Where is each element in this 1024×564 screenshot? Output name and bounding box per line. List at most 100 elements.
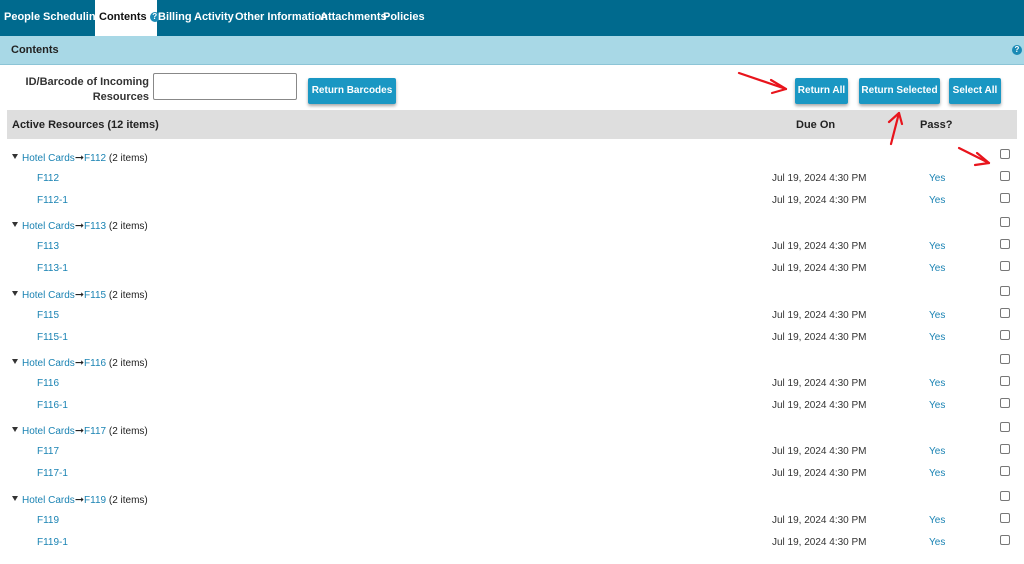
group-child-link[interactable]: F117 xyxy=(84,426,106,437)
group-parent-link[interactable]: Hotel Cards xyxy=(22,495,75,506)
group-checkbox[interactable] xyxy=(1000,354,1010,364)
resource-checkbox[interactable] xyxy=(1000,239,1010,249)
return-selected-button[interactable]: Return Selected xyxy=(859,78,940,104)
pass-value[interactable]: Yes xyxy=(929,400,945,411)
pass-value[interactable]: Yes xyxy=(929,446,945,457)
return-barcodes-button[interactable]: Return Barcodes xyxy=(308,78,396,104)
group-checkbox[interactable] xyxy=(1000,422,1010,432)
resource-checkbox[interactable] xyxy=(1000,513,1010,523)
resource-checkbox[interactable] xyxy=(1000,308,1010,318)
pass-value[interactable]: Yes xyxy=(929,515,945,526)
pass-value[interactable]: Yes xyxy=(929,241,945,252)
group-parent-link[interactable]: Hotel Cards xyxy=(22,221,75,232)
group-checkbox[interactable] xyxy=(1000,491,1010,501)
resource-row: F115 Jul 19, 2024 4:30 PM Yes xyxy=(0,307,1024,327)
pass-value[interactable]: Yes xyxy=(929,378,945,389)
group-child-link[interactable]: F116 xyxy=(84,358,106,369)
caret-down-icon[interactable] xyxy=(12,427,18,432)
resource-link[interactable]: F113-1 xyxy=(37,263,68,274)
pass-value[interactable]: Yes xyxy=(929,537,945,548)
pass-value[interactable]: Yes xyxy=(929,195,945,206)
resource-link[interactable]: F117-1 xyxy=(37,468,68,479)
group-count: (2 items) xyxy=(108,153,148,164)
group-row: Hotel Cards➞F117 (2 items) xyxy=(0,421,1024,441)
resource-link[interactable]: F116 xyxy=(37,378,59,389)
resource-link[interactable]: F112-1 xyxy=(37,195,68,206)
resource-link[interactable]: F115 xyxy=(37,310,59,321)
group-checkbox[interactable] xyxy=(1000,286,1010,296)
pass-value[interactable]: Yes xyxy=(929,332,945,343)
due-on-header[interactable]: Due On xyxy=(796,119,835,131)
due-date: Jul 19, 2024 4:30 PM xyxy=(772,310,867,321)
group-child-link[interactable]: F115 xyxy=(84,290,106,301)
group-child-link[interactable]: F112 xyxy=(84,153,106,164)
barcode-input[interactable] xyxy=(153,73,297,100)
resource-row: F115-1 Jul 19, 2024 4:30 PM Yes xyxy=(0,329,1024,349)
barcode-label: ID/Barcode of Incoming Resources xyxy=(25,76,149,103)
resource-row: F116-1 Jul 19, 2024 4:30 PM Yes xyxy=(0,397,1024,417)
group-checkbox[interactable] xyxy=(1000,149,1010,159)
resource-checkbox[interactable] xyxy=(1000,444,1010,454)
resource-row: F113 Jul 19, 2024 4:30 PM Yes xyxy=(0,238,1024,258)
group-parent-link[interactable]: Hotel Cards xyxy=(22,358,75,369)
group-label: Hotel Cards➞F119 (2 items) xyxy=(22,493,148,506)
tab-scheduling[interactable]: Scheduling xyxy=(43,0,102,36)
arrow-return-all xyxy=(737,71,788,95)
pass-value[interactable]: Yes xyxy=(929,173,945,184)
resource-checkbox[interactable] xyxy=(1000,376,1010,386)
resource-checkbox[interactable] xyxy=(1000,398,1010,408)
resource-checkbox[interactable] xyxy=(1000,171,1010,181)
pass-value[interactable]: Yes xyxy=(929,468,945,479)
arrow-right-icon: ➞ xyxy=(74,425,85,437)
caret-down-icon[interactable] xyxy=(12,359,18,364)
caret-down-icon[interactable] xyxy=(12,222,18,227)
pass-header[interactable]: Pass? xyxy=(920,119,952,131)
tab-other-information[interactable]: Other Information xyxy=(235,0,328,36)
section-help-icon[interactable]: ? xyxy=(1012,45,1022,55)
group-count: (2 items) xyxy=(108,495,148,506)
tab-attachments[interactable]: Attachments xyxy=(320,0,387,36)
resource-link[interactable]: F116-1 xyxy=(37,400,68,411)
resource-link[interactable]: F119 xyxy=(37,515,59,526)
resource-checkbox[interactable] xyxy=(1000,535,1010,545)
table-header: Active Resources (12 items) Due On Pass? xyxy=(7,110,1017,139)
resource-checkbox[interactable] xyxy=(1000,466,1010,476)
group-row: Hotel Cards➞F113 (2 items) xyxy=(0,216,1024,236)
resource-link[interactable]: F113 xyxy=(37,241,59,252)
group-count: (2 items) xyxy=(108,426,148,437)
caret-down-icon[interactable] xyxy=(12,154,18,159)
arrow-right-icon: ➞ xyxy=(74,357,85,369)
resource-checkbox[interactable] xyxy=(1000,330,1010,340)
caret-down-icon[interactable] xyxy=(12,496,18,501)
group-label: Hotel Cards➞F112 (2 items) xyxy=(22,151,148,164)
section-title: Contents xyxy=(11,44,59,56)
resource-checkbox[interactable] xyxy=(1000,261,1010,271)
due-date: Jul 19, 2024 4:30 PM xyxy=(772,400,867,411)
top-nav: People Scheduling Contents? Billing Acti… xyxy=(0,0,1024,36)
tab-activity[interactable]: Activity xyxy=(194,0,234,36)
resource-link[interactable]: F119-1 xyxy=(37,537,68,548)
caret-down-icon[interactable] xyxy=(12,291,18,296)
resource-checkbox[interactable] xyxy=(1000,193,1010,203)
tab-billing[interactable]: Billing xyxy=(158,0,192,36)
group-checkbox[interactable] xyxy=(1000,217,1010,227)
due-date: Jul 19, 2024 4:30 PM xyxy=(772,378,867,389)
resource-row: F117 Jul 19, 2024 4:30 PM Yes xyxy=(0,443,1024,463)
tab-policies[interactable]: Policies xyxy=(383,0,425,36)
due-date: Jul 19, 2024 4:30 PM xyxy=(772,173,867,184)
select-all-button[interactable]: Select All xyxy=(949,78,1001,104)
group-child-link[interactable]: F113 xyxy=(84,221,106,232)
group-parent-link[interactable]: Hotel Cards xyxy=(22,290,75,301)
tab-people[interactable]: People xyxy=(4,0,40,36)
group-parent-link[interactable]: Hotel Cards xyxy=(22,426,75,437)
group-parent-link[interactable]: Hotel Cards xyxy=(22,153,75,164)
resource-link[interactable]: F115-1 xyxy=(37,332,68,343)
group-child-link[interactable]: F119 xyxy=(84,495,106,506)
tab-contents[interactable]: Contents? xyxy=(95,0,160,36)
pass-value[interactable]: Yes xyxy=(929,263,945,274)
group-label: Hotel Cards➞F115 (2 items) xyxy=(22,288,148,301)
return-all-button[interactable]: Return All xyxy=(795,78,848,104)
resource-link[interactable]: F112 xyxy=(37,173,59,184)
resource-link[interactable]: F117 xyxy=(37,446,59,457)
pass-value[interactable]: Yes xyxy=(929,310,945,321)
